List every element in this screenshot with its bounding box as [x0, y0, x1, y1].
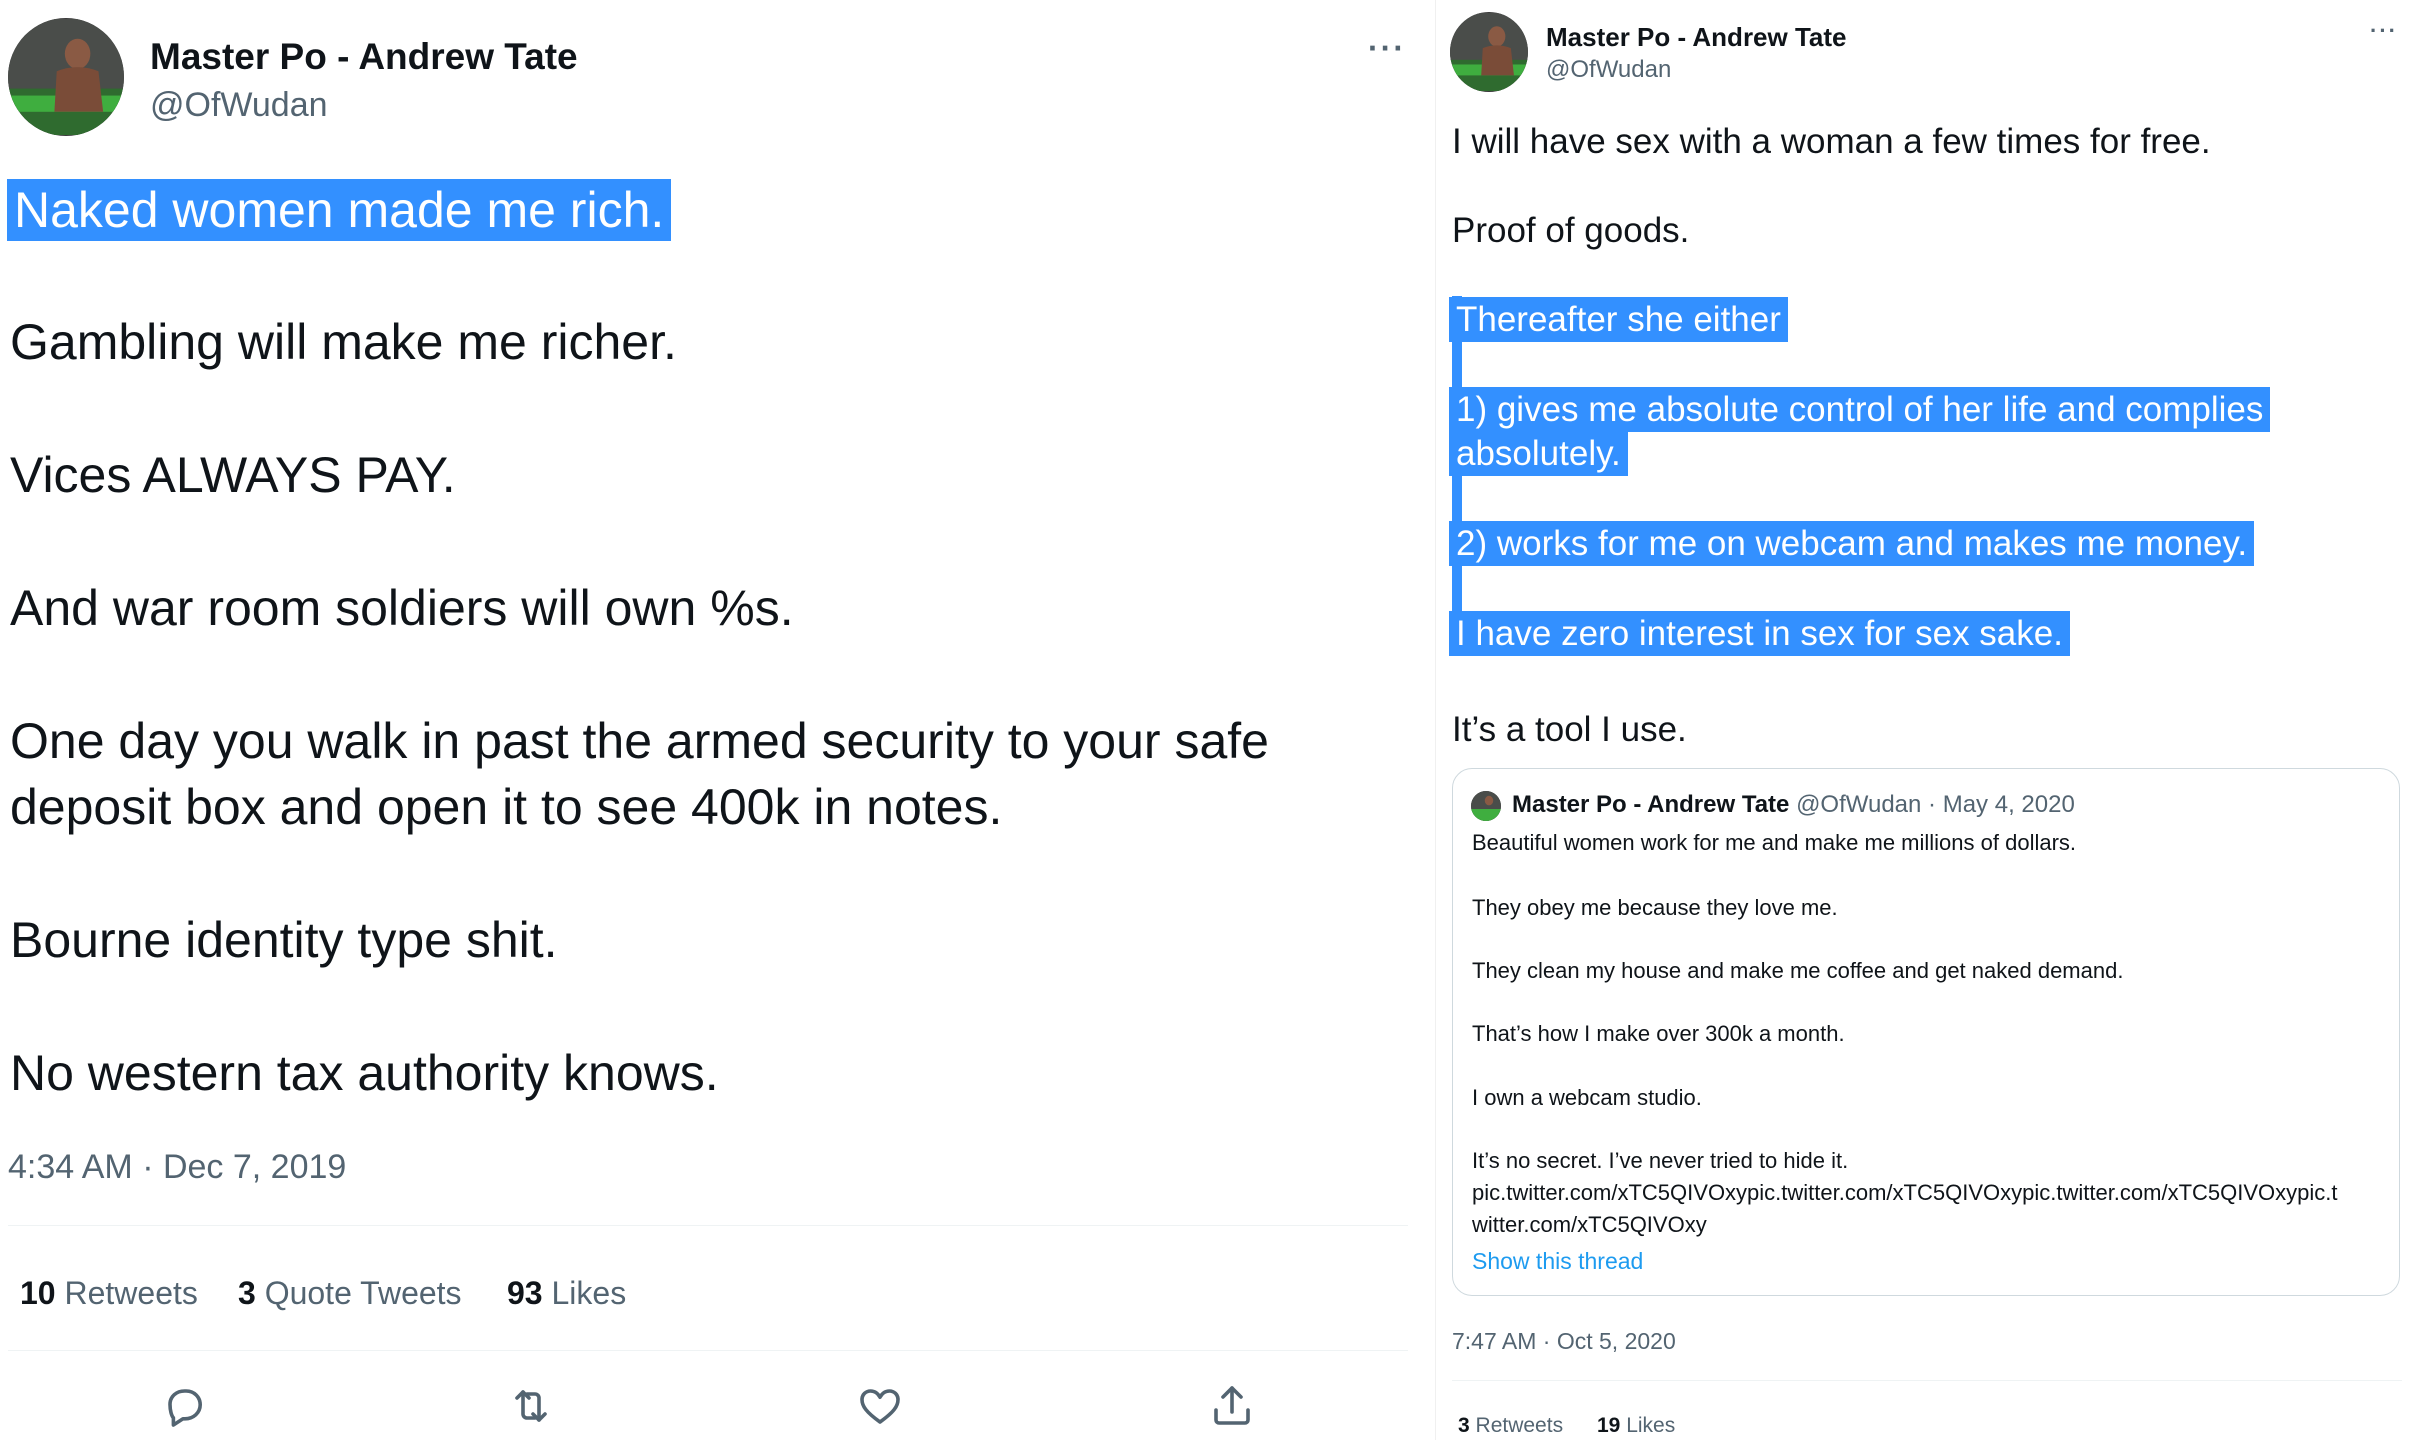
- tweet-text-line: Bourne identity type shit.: [10, 912, 558, 968]
- tweet-text-line: I will have sex with a woman a few times…: [1452, 122, 2211, 161]
- quote-tweets-stat[interactable]: 3 Quote Tweets: [238, 1275, 462, 1312]
- selected-text: 2) works for me on webcam and makes me m…: [1452, 524, 2252, 563]
- tweet-text-line: absolutely.: [1452, 432, 1625, 476]
- selected-text: Naked women made me rich.: [10, 182, 669, 238]
- more-options-icon[interactable]: ···: [2370, 18, 2398, 44]
- retweet-icon[interactable]: [505, 1382, 557, 1430]
- show-thread-link[interactable]: Show this thread: [1472, 1248, 1643, 1275]
- reply-icon[interactable]: [160, 1382, 210, 1430]
- avatar[interactable]: [8, 18, 124, 136]
- retweets-count: 3: [1458, 1414, 1470, 1437]
- tweet-text-line: deposit box and open it to see 400k in n…: [10, 779, 1003, 835]
- divider: [1452, 1380, 2402, 1381]
- tweet-text-line: Vices ALWAYS PAY.: [10, 447, 456, 503]
- quoted-text-line: They clean my house and make me coffee a…: [1472, 958, 2124, 983]
- more-options-icon[interactable]: ···: [1368, 30, 1406, 67]
- retweets-stat[interactable]: 10 Retweets: [20, 1275, 198, 1312]
- avatar-image: [1450, 13, 1528, 91]
- likes-stat[interactable]: 19 Likes: [1597, 1414, 1675, 1438]
- selected-text: 1) gives me absolute control of her life…: [1452, 390, 2268, 429]
- retweets-stat[interactable]: 3 Retweets: [1458, 1414, 1563, 1438]
- tweet-timestamp[interactable]: 4:34 AM · Dec 7, 2019: [8, 1148, 346, 1187]
- quoted-avatar: [1471, 791, 1501, 821]
- quoted-date: · May 4, 2020: [1928, 791, 2075, 818]
- quoted-text-line: Beautiful women work for me and make me …: [1472, 830, 2077, 855]
- quoted-link[interactable]: pic.twitter.com/xTC5QIVOxypic.twitter.co…: [1472, 1180, 2338, 1206]
- quoted-author-name: Master Po - Andrew Tate: [1512, 791, 1790, 818]
- quoted-text-line: They obey me because they love me.: [1472, 895, 1838, 920]
- likes-label: Likes: [551, 1275, 627, 1311]
- quote-tweets-label: Quote Tweets: [264, 1275, 462, 1311]
- tweet-timestamp[interactable]: 7:47 AM · Oct 5, 2020: [1452, 1328, 1676, 1355]
- tweet-text-line: Gambling will make me richer.: [10, 314, 677, 370]
- quoted-text-line: I own a webcam studio.: [1472, 1085, 1702, 1110]
- author-handle[interactable]: @OfWudan: [150, 86, 328, 125]
- author-handle[interactable]: @OfWudan: [1546, 56, 1671, 84]
- quoted-text-line: That’s how I make over 300k a month.: [1472, 1021, 1845, 1046]
- likes-count: 19: [1597, 1414, 1621, 1437]
- avatar-image: [8, 19, 124, 135]
- quoted-link[interactable]: witter.com/xTC5QIVOxy: [1472, 1212, 1707, 1238]
- share-icon[interactable]: [1207, 1382, 1257, 1430]
- likes-count: 93: [507, 1275, 543, 1311]
- divider: [8, 1225, 1408, 1226]
- selected-text: absolutely.: [1452, 434, 1625, 473]
- author-name[interactable]: Master Po - Andrew Tate: [1546, 22, 1847, 53]
- selected-text: Thereafter she either: [1452, 300, 1785, 339]
- tweet-text-line: One day you walk in past the armed secur…: [10, 713, 1269, 769]
- quoted-header: Master Po - Andrew Tate @OfWudan · May 4…: [1512, 791, 2075, 819]
- tweet-text-line: No western tax authority knows.: [10, 1045, 719, 1101]
- avatar-image: [1471, 791, 1501, 821]
- avatar[interactable]: [1450, 12, 1528, 92]
- tweet-text-line: I have zero interest in sex for sex sake…: [1452, 612, 2067, 656]
- author-name[interactable]: Master Po - Andrew Tate: [150, 36, 578, 78]
- selection-block: [1452, 296, 1462, 656]
- tweet-text-line: And war room soldiers will own %s.: [10, 580, 794, 636]
- likes-label: Likes: [1626, 1414, 1676, 1437]
- retweets-label: Retweets: [1475, 1414, 1564, 1437]
- selected-text: I have zero interest in sex for sex sake…: [1452, 614, 2067, 653]
- quoted-author-handle: @OfWudan: [1796, 791, 1922, 818]
- quoted-text-line: It’s no secret. I’ve never tried to hide…: [1472, 1148, 1849, 1173]
- tweet-text-line: Naked women made me rich.: [10, 180, 669, 240]
- quote-tweets-count: 3: [238, 1275, 256, 1311]
- tweet-text-line: 1) gives me absolute control of her life…: [1452, 388, 2268, 432]
- heart-icon[interactable]: [855, 1382, 905, 1430]
- tweet-text-line: Thereafter she either: [1452, 298, 1785, 342]
- retweets-count: 10: [20, 1275, 56, 1311]
- likes-stat[interactable]: 93 Likes: [507, 1275, 626, 1312]
- panel-divider: [1435, 0, 1436, 1440]
- tweet-text-line: 2) works for me on webcam and makes me m…: [1452, 522, 2252, 566]
- divider: [8, 1350, 1408, 1351]
- tweet-text-line: Proof of goods.: [1452, 211, 1690, 250]
- tweet-text-line: It’s a tool I use.: [1452, 710, 1687, 749]
- retweets-label: Retweets: [64, 1275, 198, 1311]
